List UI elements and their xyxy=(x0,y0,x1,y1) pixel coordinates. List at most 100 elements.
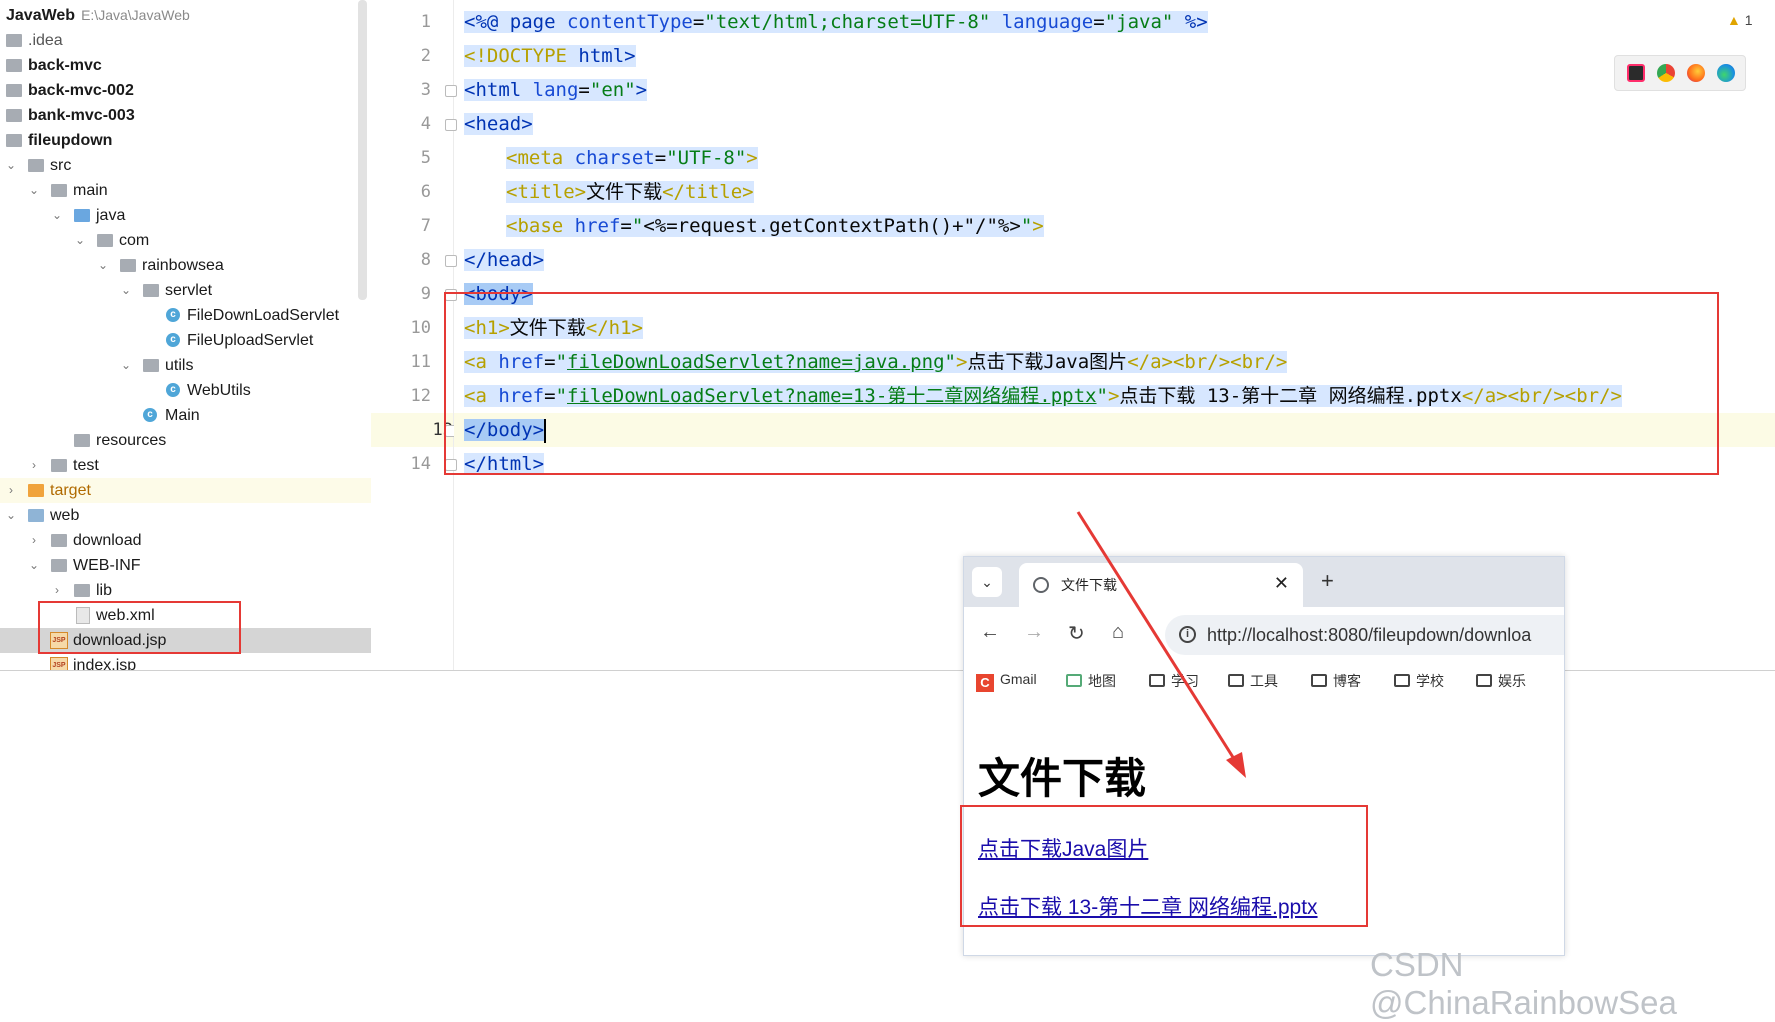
bookmark-folder[interactable]: 学习 xyxy=(1149,671,1199,691)
chevron-down-icon[interactable]: ⌄ xyxy=(73,228,87,253)
file-highlight-box xyxy=(38,601,241,654)
forward-arrow-icon[interactable]: → xyxy=(1024,621,1044,644)
line-number: 11 xyxy=(410,352,431,372)
module-folder-icon xyxy=(6,109,22,122)
chrome-icon[interactable] xyxy=(1657,64,1675,82)
browser-nav-bar: ← → ↻ ⌂ i http://localhost:8080/fileupdo… xyxy=(964,607,1564,663)
tree-item[interactable]: .idea xyxy=(0,28,371,53)
folder-icon xyxy=(51,534,67,547)
folder-icon xyxy=(1394,674,1410,687)
tree-item[interactable]: back-mvc-002 xyxy=(0,78,371,103)
chevron-down-icon[interactable]: ⌄ xyxy=(119,353,133,378)
line-number: 3 xyxy=(420,80,431,100)
code-highlight-box xyxy=(444,292,1719,475)
tree-item[interactable]: c WebUtils xyxy=(0,378,371,403)
tree-item[interactable]: ⌄ servlet xyxy=(0,278,371,303)
line-number-gutter: 1 2 3 4 5 6 7 8 9 10 11 12 13 14 xyxy=(371,0,454,670)
line-number: 4 xyxy=(420,114,431,134)
tree-item[interactable]: ⌄ src xyxy=(0,153,371,178)
chevron-down-icon[interactable]: ⌄ xyxy=(96,253,110,278)
firefox-icon[interactable] xyxy=(1687,64,1705,82)
new-tab-button[interactable]: + xyxy=(1321,568,1334,594)
home-icon[interactable]: ⌂ xyxy=(1112,621,1124,644)
tree-item[interactable]: c FileDownLoadServlet xyxy=(0,303,371,328)
chevron-right-icon[interactable]: › xyxy=(27,528,41,553)
tree-item[interactable]: back-mvc xyxy=(0,53,371,78)
code-line: <title>文件下载</title> xyxy=(506,181,754,203)
chevron-right-icon[interactable]: › xyxy=(50,578,64,603)
project-tree: JavaWeb E:\Java\JavaWeb .idea back-mvc ba… xyxy=(0,0,372,670)
line-number: 14 xyxy=(410,454,431,474)
chevron-down-icon[interactable]: ⌄ xyxy=(4,153,18,178)
tree-item[interactable]: ⌄ main xyxy=(0,178,371,203)
tree-item[interactable]: ⌄ java xyxy=(0,203,371,228)
chevron-down-icon[interactable]: ⌄ xyxy=(4,503,18,528)
browser-preview-toolbar xyxy=(1614,55,1746,91)
line-number: 5 xyxy=(420,148,431,168)
back-arrow-icon[interactable]: ← xyxy=(980,621,1000,644)
package-icon xyxy=(120,259,136,272)
chevron-right-icon[interactable]: › xyxy=(27,453,41,478)
chevron-down-icon[interactable]: ⌄ xyxy=(27,553,41,578)
module-folder-icon xyxy=(6,59,22,72)
url-text: http://localhost:8080/fileupdown/downloa xyxy=(1207,625,1532,645)
bookmark-folder[interactable]: 娱乐 xyxy=(1476,671,1526,691)
tree-item[interactable]: › target xyxy=(0,478,371,503)
tree-item[interactable]: › test xyxy=(0,453,371,478)
tree-item[interactable]: ⌄ com xyxy=(0,228,371,253)
code-line: <!DOCTYPE html> xyxy=(464,45,636,67)
tree-item[interactable]: resources xyxy=(0,428,371,453)
info-icon[interactable]: i xyxy=(1179,626,1196,643)
tree-item[interactable]: c Main xyxy=(0,403,371,428)
browser-tab[interactable]: 文件下载 ✕ xyxy=(1019,563,1303,607)
code-line: <head> xyxy=(464,113,533,135)
browser-tab-bar: ⌄ 文件下载 ✕ + xyxy=(964,557,1564,607)
bookmark-folder[interactable]: 学校 xyxy=(1394,671,1444,691)
web-folder-icon xyxy=(28,509,44,522)
code-line: <base href="<%=request.getContextPath()+… xyxy=(506,215,1044,237)
folder-icon xyxy=(6,34,22,47)
intellij-browser-icon[interactable] xyxy=(1627,64,1645,82)
tree-item[interactable]: ⌄ web xyxy=(0,503,371,528)
tree-item[interactable]: ⌄ utils xyxy=(0,353,371,378)
close-icon[interactable]: ✕ xyxy=(1274,573,1289,594)
module-folder-icon xyxy=(6,84,22,97)
tree-item[interactable]: › lib xyxy=(0,578,371,603)
tab-title: 文件下载 xyxy=(1061,577,1117,593)
package-icon xyxy=(97,234,113,247)
tree-root[interactable]: JavaWeb E:\Java\JavaWeb xyxy=(0,3,371,28)
chevron-down-icon[interactable]: ⌄ xyxy=(119,278,133,303)
package-icon xyxy=(143,284,159,297)
tree-item[interactable]: › download xyxy=(0,528,371,553)
chevron-down-icon[interactable]: ⌄ xyxy=(27,178,41,203)
tree-item[interactable]: fileupdown xyxy=(0,128,371,153)
bookmark-map[interactable]: 地图 xyxy=(1066,671,1116,691)
links-highlight-box xyxy=(960,805,1368,927)
edge-icon[interactable] xyxy=(1717,64,1735,82)
jsp-file-icon: JSP xyxy=(50,657,68,670)
folder-icon xyxy=(1228,674,1244,687)
folder-icon xyxy=(51,559,67,572)
tab-search-button[interactable]: ⌄ xyxy=(972,567,1002,597)
bookmark-folder[interactable]: 博客 xyxy=(1311,671,1361,691)
inspection-widget[interactable]: ▲ 1 xyxy=(1727,12,1753,28)
package-icon xyxy=(143,359,159,372)
resources-folder-icon xyxy=(74,434,90,447)
reload-icon[interactable]: ↻ xyxy=(1068,621,1085,646)
tree-item[interactable]: JSP index.jsp xyxy=(0,653,371,670)
line-number: 2 xyxy=(420,46,431,66)
bookmark-gmail[interactable]: C Gmail xyxy=(976,671,1037,692)
chevron-down-icon[interactable]: ⌄ xyxy=(50,203,64,228)
tree-item[interactable]: ⌄ WEB-INF xyxy=(0,553,371,578)
tree-item[interactable]: c FileUploadServlet xyxy=(0,328,371,353)
page-heading: 文件下载 xyxy=(978,755,1147,802)
module-folder-icon xyxy=(6,134,22,147)
address-bar[interactable]: i http://localhost:8080/fileupdown/downl… xyxy=(1165,615,1564,655)
bookmark-folder[interactable]: 工具 xyxy=(1228,671,1278,691)
line-number: 6 xyxy=(420,182,431,202)
chevron-right-icon[interactable]: › xyxy=(4,478,18,503)
line-number: 10 xyxy=(410,318,431,338)
tree-item[interactable]: ⌄ rainbowsea xyxy=(0,253,371,278)
map-icon xyxy=(1066,674,1082,687)
tree-item[interactable]: bank-mvc-003 xyxy=(0,103,371,128)
